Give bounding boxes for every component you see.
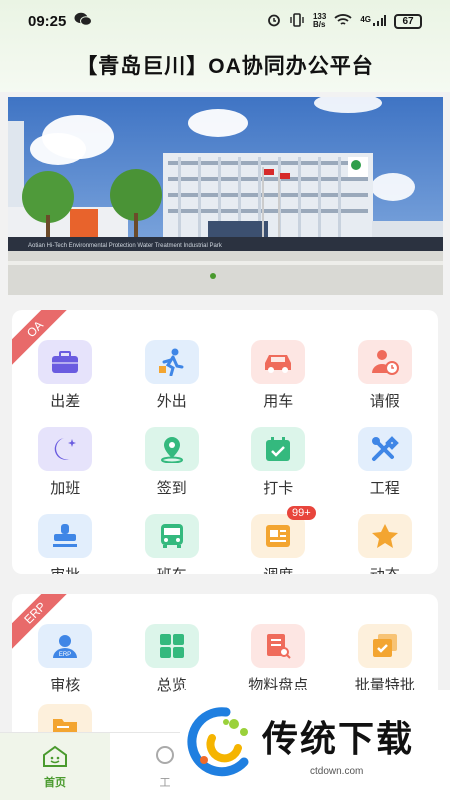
wifi-icon	[334, 13, 352, 30]
status-bar: 09:25 133 B/s 4G 67	[28, 10, 422, 32]
oa-item-label: 动态	[370, 564, 400, 574]
erp-grid: ERP 审核 总览 物料盘点 批量特批	[12, 624, 438, 695]
watermark-text: 传统下载	[262, 719, 415, 760]
oa-item-label: 调度	[263, 564, 293, 574]
oa-item-label: 外出	[156, 393, 187, 410]
notification-badge: 99+	[287, 506, 316, 520]
header-bar: 09:25 133 B/s 4G 67 【青岛巨川】OA协同办公平台	[0, 0, 450, 92]
walking-icon	[144, 340, 199, 384]
tab-work-label: 工	[159, 776, 171, 789]
home-icon	[41, 745, 69, 772]
oa-grid: 出差 外出 用车 请假加班 签到 打卡 工程审批 班车 99+ 调度 动态	[12, 340, 438, 574]
page-title: 【青岛巨川】OA协同办公平台	[76, 55, 374, 78]
oa-item-label: 工程	[369, 480, 400, 497]
tab-home-label: 首页	[44, 776, 66, 789]
battery-indicator: 67	[394, 13, 422, 29]
oa-item-label: 用车	[263, 393, 294, 410]
oa-item[interactable]: 用车	[225, 340, 332, 411]
oa-item-label: 签到	[156, 480, 187, 497]
car-icon	[251, 340, 306, 384]
calendar-check-icon	[251, 427, 306, 471]
suitcase-icon	[38, 340, 93, 384]
oa-item[interactable]: 班车	[119, 514, 226, 574]
erp-item[interactable]: 总览	[119, 624, 226, 695]
erp-item-label: 审核	[50, 677, 81, 694]
vibrate-icon	[289, 12, 305, 30]
oa-item[interactable]: 请假	[332, 340, 439, 411]
oa-item-label: 审批	[50, 564, 80, 574]
leave-icon	[357, 340, 412, 384]
tools-icon	[357, 427, 412, 471]
oa-item-label: 出差	[50, 393, 81, 410]
oa-item[interactable]: 加班	[12, 427, 119, 498]
banner-image[interactable]: Aotian Hi-Tech Environmental Protection …	[8, 97, 443, 295]
star-icon	[357, 514, 412, 558]
oa-item[interactable]: 外出	[119, 340, 226, 411]
wechat-icon	[74, 12, 93, 30]
net-speed: 133 B/s	[312, 12, 327, 29]
batch-approve-icon	[357, 624, 412, 668]
watermark: 传统下载 ctdown.com	[180, 690, 450, 800]
dispatch-icon	[251, 514, 306, 558]
bus-icon	[144, 514, 199, 558]
stamp-icon	[38, 514, 93, 558]
oa-item-label: 班车	[157, 564, 187, 574]
grid-icon	[144, 624, 199, 668]
watermark-logo-icon	[182, 704, 256, 789]
erp-shield-icon: ERP	[38, 624, 93, 668]
oa-item[interactable]: 99+ 调度	[225, 506, 332, 574]
cellular-signal-icon: 4G	[360, 15, 386, 27]
svg-text:ERP: ERP	[59, 652, 71, 658]
work-icon	[152, 745, 178, 772]
erp-item[interactable]: 批量特批	[332, 624, 439, 695]
oa-item[interactable]: 工程	[332, 427, 439, 498]
oa-item-label: 加班	[50, 480, 81, 497]
alarm-icon	[267, 13, 281, 30]
oa-item[interactable]: 审批	[12, 514, 119, 574]
status-time: 09:25	[28, 12, 67, 30]
erp-item[interactable]: ERP 审核	[12, 624, 119, 695]
erp-item[interactable]: 物料盘点	[225, 624, 332, 695]
oa-item-label: 请假	[369, 393, 400, 410]
moon-icon	[38, 427, 93, 471]
watermark-url: ctdown.com	[310, 766, 364, 777]
oa-item[interactable]: 动态	[332, 514, 439, 574]
oa-section: OA 出差外出用车请假加班签到打卡工程审批班车99+调度动态	[12, 310, 438, 574]
tab-home[interactable]: 首页	[0, 733, 110, 800]
oa-item[interactable]: 签到	[119, 427, 226, 498]
oa-item[interactable]: 出差	[12, 340, 119, 411]
inventory-icon	[251, 624, 306, 668]
oa-item[interactable]: 打卡	[225, 427, 332, 498]
banner-sign-text: Aotian Hi-Tech Environmental Protection …	[28, 243, 223, 249]
location-icon	[144, 427, 199, 471]
oa-item-label: 打卡	[263, 480, 294, 497]
